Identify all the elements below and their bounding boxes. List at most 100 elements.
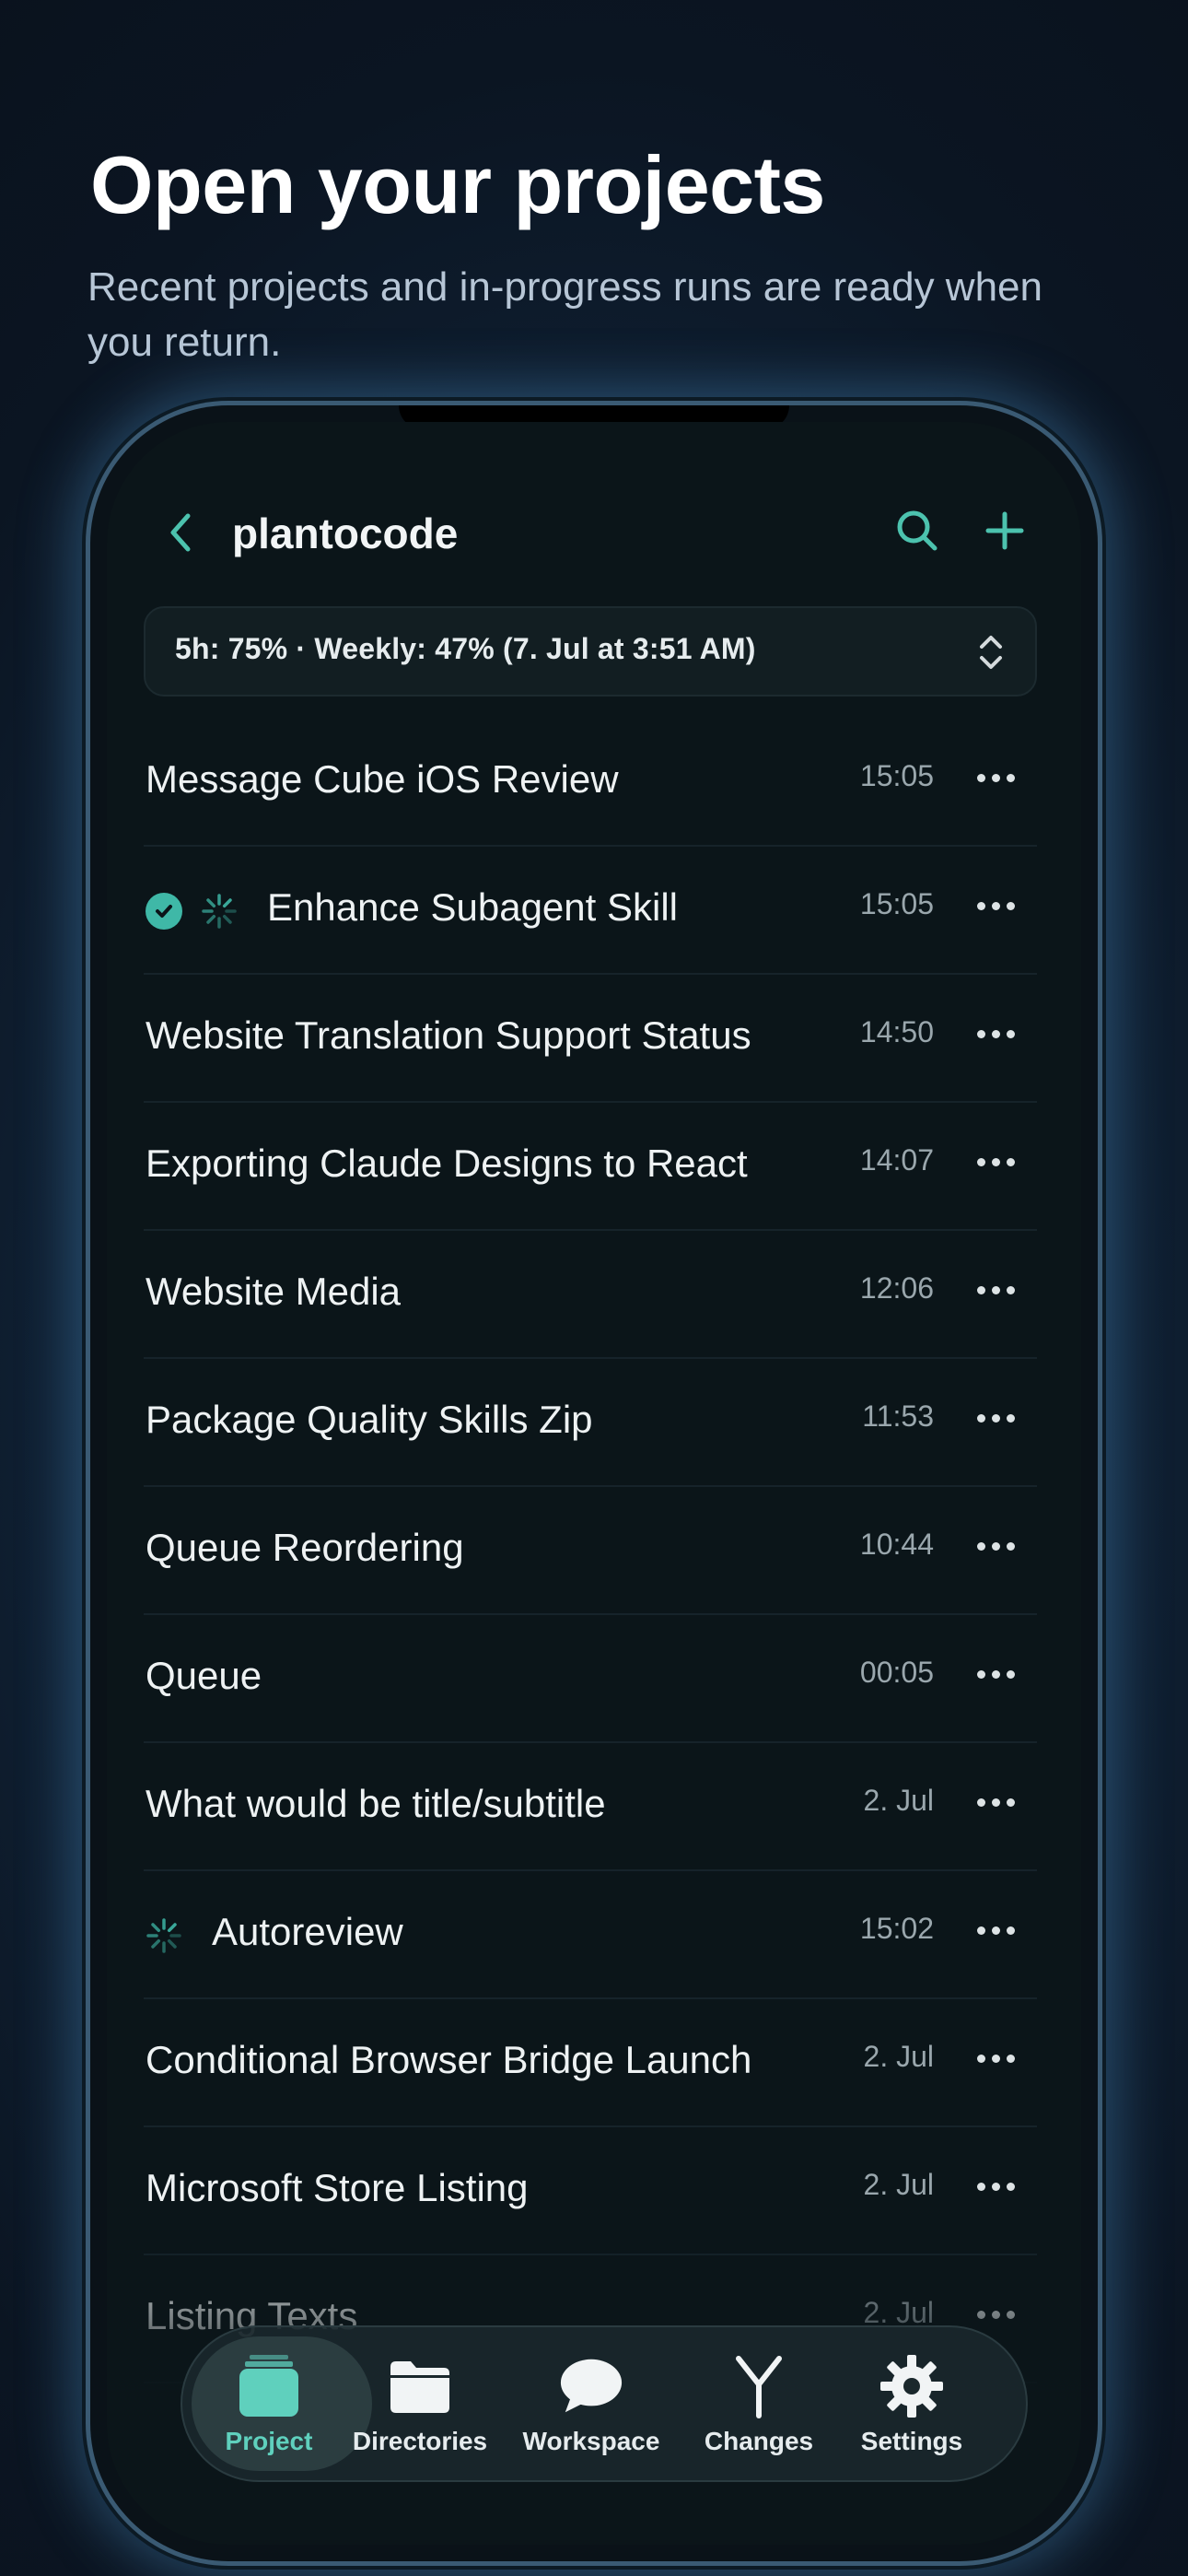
- ellipsis-dot: [991, 2182, 1000, 2191]
- tab-label: Directories: [352, 2427, 488, 2455]
- ellipsis-dot: [991, 1029, 1000, 1038]
- session-time: 2. Jul: [863, 2040, 934, 2073]
- session-title: Website Translation Support Status: [146, 1013, 751, 1057]
- session-time: 10:44: [859, 1528, 934, 1561]
- ellipsis-dot: [976, 901, 985, 910]
- session-title: What would be title/subtitle: [146, 1782, 606, 1825]
- session-title: Exporting Claude Designs to React: [146, 1142, 748, 1185]
- usage-limits-selector[interactable]: 5h: 75% · Weekly: 47% (7. Jul at 3:51 AM…: [144, 606, 1037, 697]
- usage-limits-text: 5h: 75% · Weekly: 47% (7. Jul at 3:51 AM…: [175, 632, 756, 665]
- checkmark-circle-icon: [146, 893, 182, 930]
- session-title: Queue: [146, 1654, 262, 1697]
- session-row[interactable]: Website Media 12:06: [144, 1231, 1037, 1359]
- session-status-icons: [146, 891, 238, 931]
- more-options-button[interactable]: [967, 759, 1024, 796]
- ellipsis-dot: [991, 901, 1000, 910]
- more-options-button[interactable]: [967, 1143, 1024, 1180]
- tab-settings[interactable]: Settings: [827, 2327, 996, 2480]
- session-row[interactable]: What would be title/subtitle 2. Jul: [144, 1743, 1037, 1871]
- ellipsis-dot: [1006, 1029, 1015, 1038]
- more-options-button[interactable]: [967, 887, 1024, 924]
- tab-label: Settings: [860, 2427, 963, 2455]
- ellipsis-dot: [991, 1157, 1000, 1166]
- ellipsis-dot: [976, 1029, 985, 1038]
- tab-project[interactable]: Project: [184, 2327, 372, 2480]
- tab-label: Changes: [704, 2427, 814, 2455]
- session-row[interactable]: Package Quality Skills Zip 11:53: [144, 1359, 1037, 1487]
- branch-icon: [726, 2353, 792, 2419]
- session-title: Conditional Browser Bridge Launch: [146, 2038, 752, 2081]
- ellipsis-dot: [976, 2182, 985, 2191]
- session-row[interactable]: Queue Reordering 10:44: [144, 1487, 1037, 1615]
- session-time: 15:05: [859, 759, 934, 792]
- search-button[interactable]: [890, 503, 945, 558]
- ellipsis-dot: [991, 1797, 1000, 1807]
- ellipsis-dot: [976, 1797, 985, 1807]
- tab-directories[interactable]: Directories: [335, 2327, 505, 2480]
- session-list: Message Cube iOS Review 15:05 Enhance Suba…: [144, 719, 1037, 2383]
- ellipsis-dot: [1006, 1157, 1015, 1166]
- plus-icon: [985, 511, 1024, 550]
- stack-icon: [236, 2353, 302, 2419]
- more-options-button[interactable]: [967, 1015, 1024, 1052]
- session-row[interactable]: Queue 00:05: [144, 1615, 1037, 1743]
- tab-bar: Project Directories Workspace Changes Settin…: [181, 2325, 1028, 2482]
- session-title: Autoreview: [212, 1910, 403, 1953]
- more-options-button[interactable]: [967, 1271, 1024, 1308]
- ellipsis-dot: [991, 1285, 1000, 1294]
- ellipsis-dot: [1006, 901, 1015, 910]
- tab-label: Project: [225, 2427, 313, 2455]
- chevron-up-down-icon: [980, 636, 1002, 669]
- session-title: Microsoft Store Listing: [146, 2166, 529, 2209]
- more-options-button[interactable]: [967, 1784, 1024, 1821]
- gear-icon: [879, 2353, 945, 2419]
- ellipsis-dot: [1006, 1413, 1015, 1423]
- add-button[interactable]: [977, 503, 1032, 558]
- ellipsis-dot: [1006, 1797, 1015, 1807]
- more-options-button[interactable]: [967, 2040, 1024, 2077]
- ellipsis-dot: [976, 2054, 985, 2063]
- session-time: 2. Jul: [863, 2168, 934, 2201]
- ellipsis-dot: [976, 1926, 985, 1935]
- session-row[interactable]: Website Translation Support Status 14:50: [144, 975, 1037, 1103]
- back-button[interactable]: [153, 505, 208, 560]
- ellipsis-dot: [1006, 1285, 1015, 1294]
- session-row[interactable]: Enhance Subagent Skill 15:05: [144, 847, 1037, 975]
- ellipsis-dot: [991, 1926, 1000, 1935]
- ellipsis-dot: [976, 1413, 985, 1423]
- ellipsis-dot: [991, 2054, 1000, 2063]
- more-options-button[interactable]: [967, 1912, 1024, 1949]
- more-options-button[interactable]: [967, 2168, 1024, 2205]
- session-title: Website Media: [146, 1270, 402, 1313]
- navigation-bar: plantocode: [107, 477, 1081, 588]
- chat-bubble-icon: [558, 2353, 624, 2419]
- session-row[interactable]: Message Cube iOS Review 15:05: [144, 719, 1037, 847]
- more-options-button[interactable]: [967, 1528, 1024, 1564]
- session-time: 14:50: [859, 1015, 934, 1048]
- session-title: Enhance Subagent Skill: [267, 885, 678, 929]
- ellipsis-dot: [976, 1157, 985, 1166]
- session-row[interactable]: Conditional Browser Bridge Launch 2. Jul: [144, 1999, 1037, 2127]
- session-time: 15:02: [859, 1912, 934, 1945]
- ellipsis-dot: [1006, 2054, 1015, 2063]
- session-row[interactable]: Exporting Claude Designs to React 14:07: [144, 1103, 1037, 1231]
- session-time: 14:07: [859, 1143, 934, 1177]
- ellipsis-dot: [1006, 1926, 1015, 1935]
- session-time: 00:05: [859, 1656, 934, 1689]
- search-icon: [897, 510, 938, 551]
- more-options-button[interactable]: [967, 1399, 1024, 1436]
- tab-changes[interactable]: Changes: [674, 2327, 844, 2480]
- ellipsis-dot: [1006, 2182, 1015, 2191]
- folder-icon: [387, 2353, 453, 2419]
- session-title: Queue Reordering: [146, 1526, 464, 1569]
- session-title: Message Cube iOS Review: [146, 757, 619, 801]
- ellipsis-dot: [991, 1413, 1000, 1423]
- ellipsis-dot: [1006, 773, 1015, 782]
- hero-title: Open your projects: [90, 139, 825, 230]
- phone-frame: plantocode 5h: 75% · Weekly: 47% (7. Jul…: [90, 405, 1098, 2561]
- more-options-button[interactable]: [967, 1656, 1024, 1692]
- tab-workspace[interactable]: Workspace: [507, 2327, 676, 2480]
- activity-spinner-icon: [146, 1918, 181, 1953]
- ellipsis-dot: [976, 773, 985, 782]
- session-row[interactable]: Autoreview 15:02: [144, 1871, 1037, 1999]
